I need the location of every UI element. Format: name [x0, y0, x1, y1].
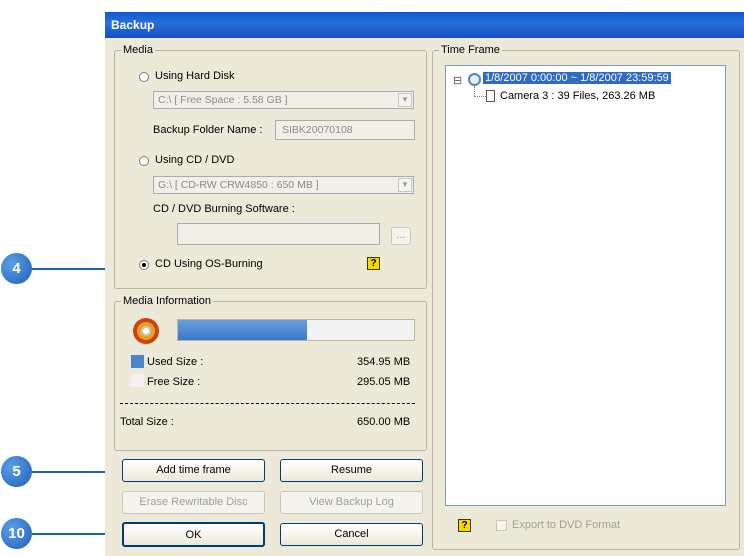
erase-disc-button[interactable]: Erase Rewritable Disc [122, 491, 265, 514]
hard-disk-label[interactable]: Using Hard Disk [155, 70, 234, 82]
free-swatch [131, 374, 144, 387]
used-swatch [131, 355, 144, 368]
usage-bar [177, 319, 415, 341]
file-icon [486, 90, 495, 102]
used-size-label: Used Size : [147, 356, 204, 368]
view-backup-log-label: View Backup Log [309, 496, 394, 508]
time-frame-tree[interactable]: ⊟ 1/8/2007 0:00:00 ~ 1/8/2007 23:59:59 C… [445, 65, 726, 506]
cancel-button[interactable]: Cancel [280, 523, 423, 546]
backup-folder-value: SIBK20070108 [282, 124, 353, 136]
browse-label: ... [396, 229, 406, 241]
resume-label: Resume [331, 464, 372, 476]
free-size-value: 295.05 MB [357, 376, 411, 388]
chevron-down-icon: ▼ [398, 178, 412, 192]
hard-disk-drive-select[interactable]: C:\ [ Free Space : 5.58 GB ] ▼ [153, 91, 414, 109]
collapse-icon[interactable]: ⊟ [453, 74, 462, 87]
media-legend: Media [123, 44, 153, 56]
media-info-legend: Media Information [123, 295, 212, 307]
erase-disc-label: Erase Rewritable Disc [139, 496, 248, 508]
backup-folder-label: Backup Folder Name : [153, 124, 263, 136]
used-size-value: 354.95 MB [357, 356, 411, 368]
callout-4: 4 [1, 253, 32, 284]
cd-dvd-radio[interactable] [139, 156, 149, 166]
time-frame-root[interactable]: 1/8/2007 0:00:00 ~ 1/8/2007 23:59:59 [483, 72, 671, 84]
ok-button[interactable]: OK [122, 522, 265, 547]
tree-line [474, 86, 476, 96]
hard-disk-radio[interactable] [139, 72, 149, 82]
free-size-label: Free Size : [147, 376, 201, 388]
browse-button[interactable]: ... [391, 227, 411, 245]
title-bar[interactable]: Backup [105, 12, 744, 38]
view-backup-log-button[interactable]: View Backup Log [280, 491, 423, 514]
add-time-frame-button[interactable]: Add time frame [122, 459, 265, 482]
export-dvd-label[interactable]: Export to DVD Format [512, 519, 620, 531]
time-frame-legend: Time Frame [441, 44, 500, 56]
time-frame-child[interactable]: Camera 3 : 39 Files, 263.26 MB [500, 90, 655, 102]
backup-folder-input[interactable]: SIBK20070108 [275, 120, 415, 140]
burning-software-input[interactable] [177, 223, 380, 245]
cd-dvd-drive-select[interactable]: G:\ [ CD-RW CRW4850 : 650 MB ] ▼ [153, 176, 414, 194]
cd-dvd-label[interactable]: Using CD / DVD [155, 154, 234, 166]
help-icon[interactable]: ? [367, 257, 380, 270]
cd-disc-icon [133, 318, 159, 344]
help-icon[interactable]: ? [458, 519, 471, 532]
total-size-label: Total Size : [120, 416, 174, 428]
divider [120, 403, 415, 404]
add-time-frame-label: Add time frame [156, 464, 231, 476]
callout-10: 10 [1, 518, 32, 549]
cancel-label: Cancel [334, 528, 369, 540]
burning-software-label: CD / DVD Burning Software : [153, 203, 295, 215]
ok-label: OK [185, 529, 202, 541]
total-size-value: 650.00 MB [357, 416, 411, 428]
backup-dialog: Backup Media Using Hard Disk C:\ [ Free … [105, 12, 744, 556]
window-title: Backup [111, 18, 155, 32]
os-burning-label[interactable]: CD Using OS-Burning [155, 258, 263, 270]
hard-disk-drive-value: C:\ [ Free Space : 5.58 GB ] [158, 94, 288, 106]
chevron-down-icon: ▼ [398, 93, 412, 107]
os-burning-radio[interactable] [139, 260, 149, 270]
cd-dvd-drive-value: G:\ [ CD-RW CRW4850 : 650 MB ] [158, 179, 319, 191]
usage-bar-fill [178, 320, 307, 340]
clock-icon [468, 73, 481, 86]
tree-line [474, 96, 486, 98]
resume-button[interactable]: Resume [280, 459, 423, 482]
callout-5: 5 [1, 456, 32, 487]
export-dvd-checkbox[interactable] [496, 520, 507, 531]
